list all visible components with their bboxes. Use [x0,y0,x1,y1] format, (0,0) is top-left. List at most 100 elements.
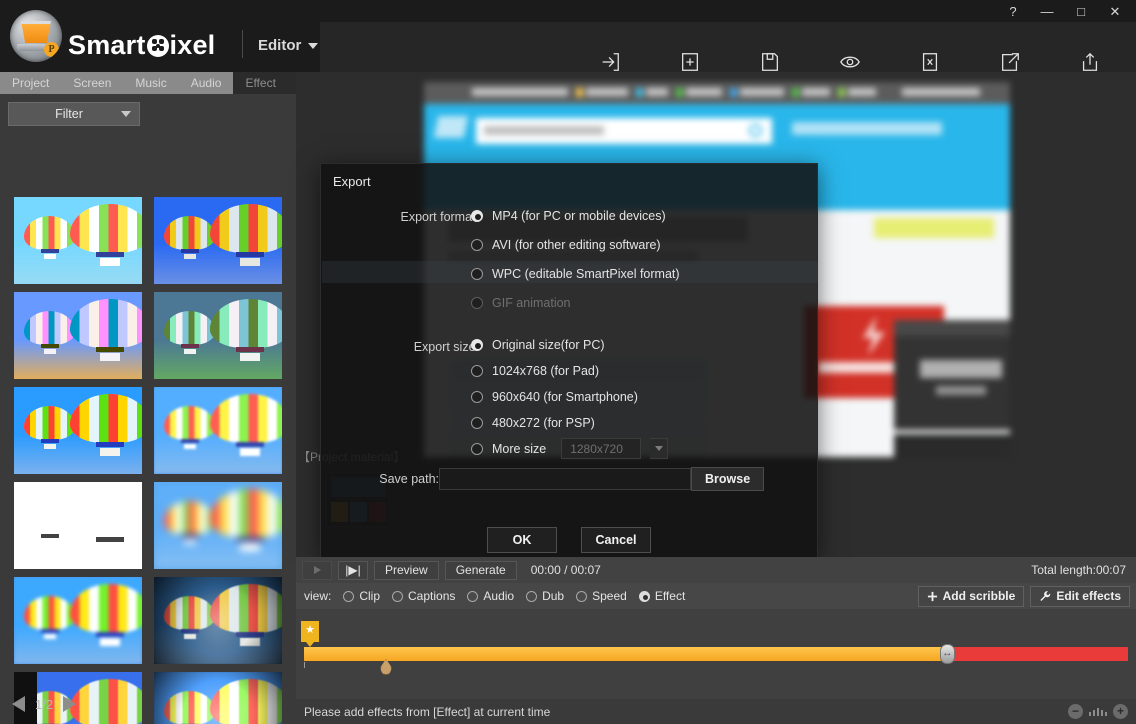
edit-effects-label: Edit effects [1056,589,1121,603]
save-path-label: Save path: [379,472,439,486]
timeline-zoom-in-button[interactable]: + [1113,704,1128,719]
radio-icon [471,268,483,280]
sidebar-tab-music[interactable]: Music [123,72,179,94]
ok-button[interactable]: OK [487,527,557,553]
plus-icon [927,591,937,601]
balloon-shape [24,216,76,260]
floppy-disk-icon [762,52,778,71]
filter-thumbnail[interactable] [14,577,142,664]
view-option-audio[interactable]: Audio [467,589,514,603]
filter-dropdown-label: Filter [55,107,83,121]
page-search-bar [424,104,1010,166]
filter-thumbnail[interactable] [154,482,282,569]
editor-mode-dropdown[interactable]: Editor [258,37,319,54]
save-path-input[interactable] [439,468,691,490]
size-option-1024x768-label: 1024x768 (for Pad) [492,364,600,378]
view-option-speed-label: Speed [592,589,627,603]
timeline-handle[interactable] [939,644,955,664]
filter-thumbnail[interactable] [154,292,282,379]
timeline-zoom-controls: − + [1068,704,1128,719]
brand-name: Smart ixel [68,30,215,61]
view-option-speed[interactable]: Speed [576,589,627,603]
view-option-captions[interactable]: Captions [392,589,455,603]
filter-thumbnail-image [14,292,142,379]
format-option-gif-label: GIF animation [492,296,571,310]
view-option-clip[interactable]: Clip [343,589,380,603]
timeline-zoom-out-button[interactable]: − [1068,704,1083,719]
radio-icon [343,590,355,602]
minimize-button[interactable]: — [1030,0,1064,22]
browse-button[interactable]: Browse [691,467,765,491]
edit-effects-button[interactable]: Edit effects [1030,585,1130,607]
size-option-480x272[interactable]: 480x272 (for PSP) [471,416,595,430]
format-option-wpc[interactable]: WPC (editable SmartPixel format) [471,267,680,281]
sidebar-tab-audio[interactable]: Audio [178,72,234,94]
chevron-down-icon [308,42,319,49]
size-option-1024x768[interactable]: 1024x768 (for Pad) [471,364,599,378]
balloon-shape [70,488,142,552]
sidebar-tab-effect[interactable]: Effect [233,72,287,94]
filter-thumbnail[interactable] [154,577,282,664]
pager-page-label: 1/2 [35,696,54,712]
film-reel-icon [146,35,169,57]
filter-thumbnail[interactable] [14,482,142,569]
filter-thumbnail[interactable] [154,197,282,284]
filter-thumbnail[interactable] [14,387,142,474]
size-option-original[interactable]: Original size(for PC) [471,338,605,352]
balloon-shape [70,583,142,647]
arrow-left-icon[interactable] [12,696,25,712]
balloon-shape [24,311,76,355]
maximize-button[interactable]: □ [1064,0,1098,22]
zoom-slider-icon[interactable] [1089,707,1107,716]
arrow-right-icon[interactable] [63,696,77,712]
keyframe-star-marker[interactable]: ★ [301,621,319,647]
size-option-more[interactable]: More size 1280x720 [471,438,669,459]
size-option-960x640[interactable]: 960x640 (for Smartphone) [471,390,638,404]
filter-thumbnail[interactable] [14,292,142,379]
preview-button[interactable]: Preview [374,560,439,580]
chevron-down-icon [654,446,663,451]
filter-thumbnail[interactable] [14,197,142,284]
balloon-shape [24,596,76,640]
more-size-combo-arrow[interactable] [650,438,669,459]
editor-mode-label: Editor [258,37,302,54]
filter-thumbnail-image [14,577,142,664]
view-option-effect[interactable]: Effect [638,589,685,603]
timeline-track-fill [304,647,947,661]
timeline-track[interactable] [304,644,1128,664]
balloon-shape [70,203,142,267]
close-window-button[interactable]: ✕ [1098,0,1132,22]
filter-thumbnail[interactable] [154,672,282,724]
help-button[interactable]: ? [996,0,1030,22]
balloon-shape [70,678,142,724]
radio-icon [638,590,650,602]
generate-button[interactable]: Generate [444,560,517,580]
size-option-960x640-label: 960x640 (for Smartphone) [492,390,638,404]
timeline-panel[interactable]: ★ [296,609,1136,699]
radio-icon [471,239,483,251]
balloon-shape [210,393,282,457]
add-scribble-button[interactable]: Add scribble [917,585,1025,607]
step-frame-button[interactable]: |▶| [338,560,368,580]
radio-icon [471,365,483,377]
view-option-dub[interactable]: Dub [526,589,564,603]
format-option-mp4[interactable]: MP4 (for PC or mobile devices) [471,209,666,223]
sidebar-tabbar: Project Screen Music Audio Effect [0,72,296,94]
vignette-overlay [154,577,282,664]
sidebar-tab-screen[interactable]: Screen [61,72,124,94]
filter-thumbnail[interactable] [154,387,282,474]
sidebar-tab-project[interactable]: Project [0,72,62,94]
filter-dropdown[interactable]: Filter [8,102,140,126]
format-option-avi[interactable]: AVI (for other editing software) [471,238,661,252]
cancel-button[interactable]: Cancel [581,527,651,553]
more-size-combo[interactable]: 1280x720 [561,438,642,459]
effect-pin-icon[interactable] [380,659,392,675]
filter-thumbnail-image [14,482,142,569]
radio-icon [471,391,483,403]
balloon-shape [164,406,216,450]
format-option-avi-label: AVI (for other editing software) [492,238,661,252]
balloon-shape [210,488,282,552]
balloon-shape [164,216,216,260]
play-button[interactable] [302,560,332,580]
radio-icon [526,590,538,602]
